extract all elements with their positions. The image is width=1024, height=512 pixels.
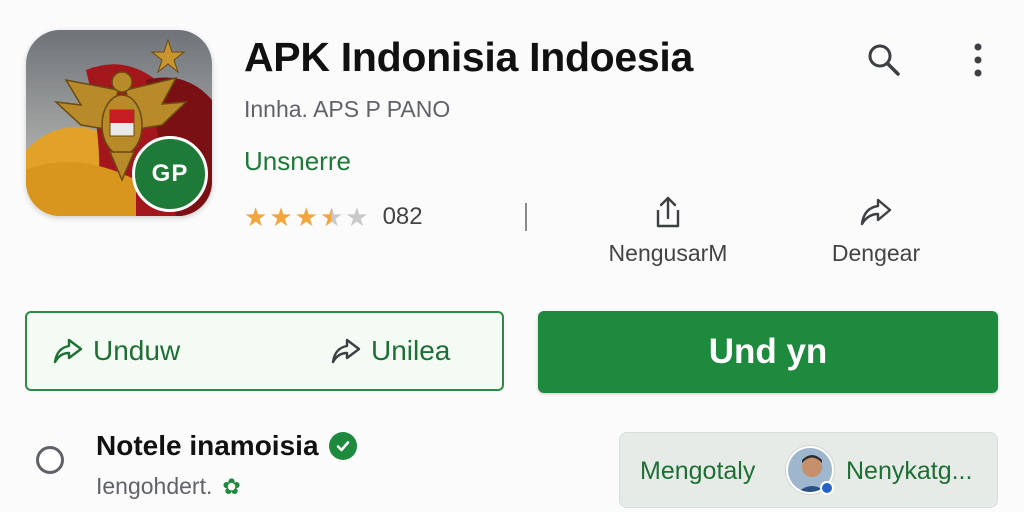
app-icon: GP — [26, 30, 212, 216]
radio-button[interactable] — [36, 446, 64, 474]
more-options-button[interactable] — [956, 38, 1000, 82]
download-button-label: Unduw — [93, 335, 181, 366]
download-button[interactable]: Unduw — [51, 313, 180, 389]
forward-action-label: Dengear — [831, 240, 921, 266]
share-action-label: NengusarM — [608, 240, 728, 266]
star-icon: ★ — [294, 202, 318, 232]
chip-right-label: Nenykatg... — [846, 457, 973, 485]
rating-row: ★ ★ ★ ★ ★ 082 — [244, 202, 423, 232]
chip-left-label: Mengotaly — [640, 457, 756, 485]
bottom-row-title: Notele inamoisia — [96, 430, 357, 462]
app-icon-badge: GP — [132, 136, 208, 212]
bottom-subtitle-text: Iengohdert. — [96, 473, 213, 499]
secondary-button-group: Unduw Unilea — [25, 311, 504, 391]
forward-icon — [331, 338, 361, 364]
update-button-label: Unilea — [371, 335, 451, 366]
more-vert-icon — [974, 43, 982, 77]
update-button[interactable]: Unilea — [329, 313, 450, 389]
developer-name[interactable]: Innha. APS P PANO — [244, 96, 450, 123]
search-button[interactable] — [862, 38, 906, 82]
app-category[interactable]: Unsnerre — [244, 146, 351, 177]
share-icon — [656, 196, 680, 228]
bottom-title-text: Notele inamoisia — [96, 430, 319, 461]
share-action[interactable]: NengusarM — [598, 194, 738, 267]
divider — [525, 203, 527, 231]
rating-count: 082 — [382, 203, 423, 230]
status-dot — [820, 481, 834, 495]
profile-chip[interactable]: Mengotaly Nenykatg... — [619, 432, 998, 508]
forward-action[interactable]: Dengear — [806, 194, 946, 267]
forward-icon — [860, 198, 892, 226]
star-icon: ★ — [269, 202, 293, 232]
install-button[interactable]: Und yn — [538, 311, 998, 393]
gear-icon: ✿ — [222, 473, 241, 499]
verified-check-icon — [328, 432, 357, 460]
star-half-icon: ★ — [319, 202, 344, 232]
app-title: APK Indonisia Indoesia — [244, 34, 694, 80]
star-icon: ★ — [244, 202, 268, 232]
forward-icon — [53, 338, 83, 364]
search-icon — [868, 44, 900, 76]
star-empty-icon: ★ — [345, 202, 369, 232]
bottom-row-subtitle: Iengohdert. ✿ — [96, 473, 241, 500]
